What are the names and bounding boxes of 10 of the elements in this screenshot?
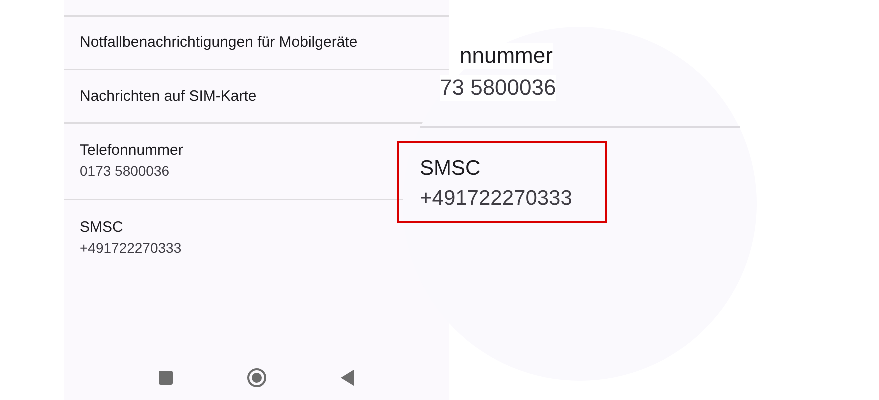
list-item-value: 73 5800036 [440, 75, 556, 101]
settings-item[interactable]: Nachrichten auf SIM-Karte [64, 70, 384, 122]
settings-item[interactable]: Notfallbenachrichtigungen für Mobilgeräte [64, 16, 384, 68]
settings-item[interactable]: Telefonnummer 0173 5800036 [64, 124, 384, 198]
back-icon[interactable] [341, 370, 354, 386]
list-item-title: SMSC [420, 156, 482, 182]
list-item-value: +491722270333 [420, 186, 574, 212]
list-item-title: nnummer [460, 43, 553, 69]
home-icon[interactable] [247, 368, 267, 388]
settings-item[interactable]: SMSC +491722270333 [64, 200, 384, 275]
